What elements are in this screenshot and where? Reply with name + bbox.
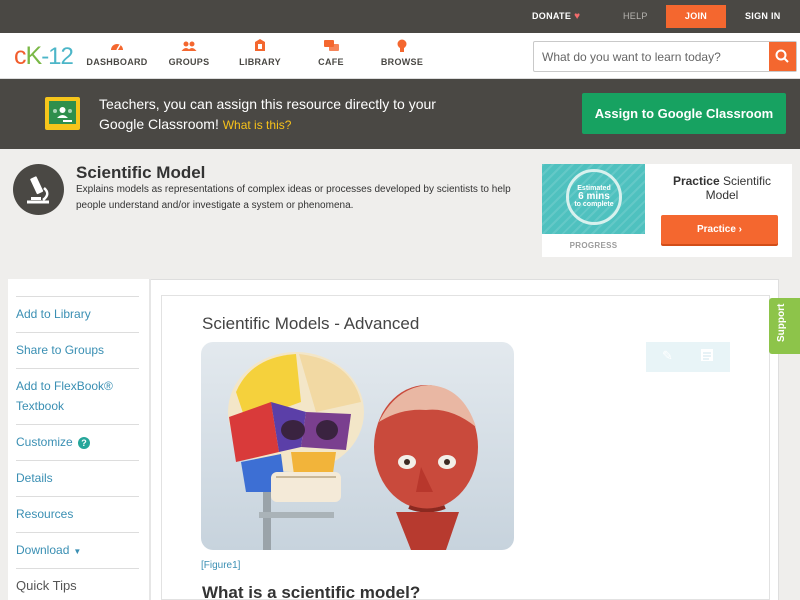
help-link[interactable]: HELP [623, 0, 648, 33]
pencil-icon[interactable]: ✎ [662, 348, 673, 364]
sidebar-item-customize[interactable]: Customize ? [16, 424, 139, 452]
notes-icon[interactable] [700, 348, 714, 365]
concept-description: Explains models as representations of co… [76, 184, 511, 211]
heart-icon: ♥ [574, 11, 581, 22]
sidebar-item-download[interactable]: Download ▼ [16, 532, 139, 562]
what-is-this-link[interactable]: What is this? [223, 118, 292, 132]
nav-cafe[interactable]: CAFE [296, 39, 366, 67]
article-tools: ✎ [646, 342, 730, 372]
figure-image-anatomy-models [201, 342, 514, 550]
join-button[interactable]: JOIN [666, 5, 726, 28]
sidebar-item-resources[interactable]: Resources [16, 496, 139, 524]
nav-library[interactable]: LIBRARY [225, 39, 295, 67]
lightbulb-icon [367, 39, 437, 57]
search-box [533, 41, 797, 72]
search-button[interactable] [769, 42, 796, 71]
caret-down-icon: ▼ [73, 547, 82, 556]
google-classroom-banner: Teachers, you can assign this resource d… [0, 79, 800, 149]
chevron-right-icon: › [738, 224, 743, 235]
ck12-logo[interactable]: cK-12 [14, 42, 74, 71]
sidebar-item-details[interactable]: Details [16, 460, 139, 488]
practice-card: Estimated 6 mins to complete PROGRESS Pr… [542, 164, 792, 257]
main-nav-bar: cK-12 DASHBOARD GROUPS LIBRARY CAFE BROW… [0, 33, 800, 79]
search-input[interactable] [534, 42, 770, 71]
figure-caption[interactable]: [Figure1] [201, 560, 240, 571]
top-utility-bar: DONATE ♥ HELP JOIN SIGN IN [0, 0, 800, 33]
google-classroom-icon [45, 97, 80, 130]
assign-google-classroom-button[interactable]: Assign to Google Classroom [582, 93, 786, 134]
section-heading: What is a scientific model? [202, 583, 421, 600]
estimated-time: Estimated 6 mins to complete [566, 169, 622, 225]
sidebar-item-add-to-library[interactable]: Add to Library [16, 296, 139, 324]
chat-icon [296, 39, 366, 57]
library-icon [225, 39, 295, 57]
sidebar-item-share-to-groups[interactable]: Share to Groups [16, 332, 139, 360]
practice-name: Practice Scientific Model [672, 174, 772, 202]
speedometer-icon [82, 39, 152, 57]
article-title: Scientific Models - Advanced [202, 314, 420, 333]
support-tab[interactable]: Support [769, 298, 800, 354]
donate-link[interactable]: DONATE ♥ [532, 0, 580, 33]
practice-button[interactable]: Practice › [661, 215, 778, 244]
microscope-icon [13, 164, 64, 215]
sidebar-item-quick-tips[interactable]: Quick Tips [16, 568, 139, 596]
concept-title: Scientific Model [76, 163, 206, 182]
sidebar-item-add-to-flexbook[interactable]: Add to FlexBook® Textbook [16, 368, 139, 416]
search-icon [775, 49, 789, 63]
banner-text: Teachers, you can assign this resource d… [99, 96, 436, 132]
progress-label: PROGRESS [569, 241, 618, 250]
people-icon [154, 39, 224, 57]
sign-in-link[interactable]: SIGN IN [745, 0, 781, 33]
nav-groups[interactable]: GROUPS [154, 39, 224, 67]
nav-dashboard[interactable]: DASHBOARD [82, 39, 152, 67]
nav-browse[interactable]: BROWSE [367, 39, 437, 67]
sidebar: Add to Library Share to Groups Add to Fl… [8, 279, 151, 600]
progress-badge: Estimated 6 mins to complete [542, 164, 645, 234]
help-icon[interactable]: ? [78, 437, 91, 449]
